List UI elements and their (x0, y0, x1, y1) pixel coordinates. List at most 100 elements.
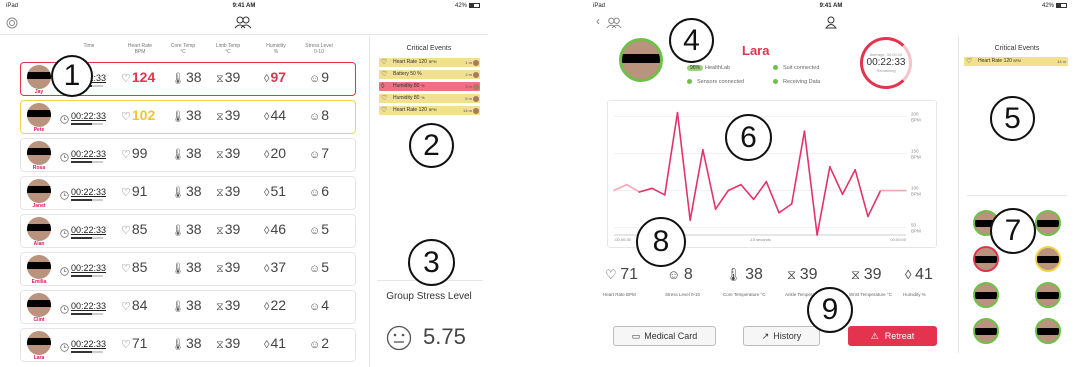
heart-icon: ♡ (966, 58, 973, 65)
settings-icon[interactable] (6, 16, 18, 34)
group-member-avatar[interactable] (1035, 210, 1061, 236)
critical-event-item[interactable]: ♡ Heart Rate 120 BPM 14 m (964, 57, 1068, 66)
heart-icon: ♡ (121, 301, 131, 313)
thermometer-icon: 🌡 (171, 149, 185, 161)
athlete-name: Lara (742, 43, 770, 58)
drop-icon: ◊ (264, 73, 270, 85)
face-icon: ☺ (309, 225, 321, 237)
metric-value[interactable]: ⧖ 39 (787, 266, 818, 284)
y-unit-label: BPM (911, 117, 921, 122)
athlete-avatar (27, 331, 51, 355)
callout-9: 9 (807, 287, 853, 333)
heart-rate-line-segment (651, 187, 666, 196)
person-icon[interactable] (825, 16, 837, 34)
critical-event-item[interactable]: ♡ Humidity 80% 6 m (379, 94, 480, 103)
critical-event-item[interactable]: ♡ Battery 50 % 2 m (379, 70, 480, 79)
limb-icon: ⧖ (216, 263, 224, 275)
humidity-value: ◊41 (264, 335, 287, 351)
athlete-row[interactable]: Rosa 00:22:33 ♡99 🌡38 ⧖39 ◊20 ☺7 (20, 138, 356, 172)
athlete-row[interactable]: Pete 00:22:33 ♡102 🌡38 ⧖39 ◊44 ☺8 (20, 100, 356, 134)
face-icon: ☺ (309, 339, 321, 351)
group-icon[interactable] (234, 16, 252, 34)
heart-rate-value: ♡71 (121, 335, 148, 351)
medical-card-button[interactable]: ▭ Medical Card (613, 326, 716, 346)
heart-icon: ♡ (121, 111, 131, 123)
heart-icon: ♡ (381, 95, 388, 102)
athlete-avatar (27, 217, 51, 241)
drop-icon: ◊ (264, 187, 270, 199)
stress-value: ☺7 (309, 145, 330, 161)
back-icon[interactable]: ‹ (596, 14, 600, 28)
metric-value[interactable]: ♡ 71 (605, 266, 638, 284)
group-member-avatar[interactable] (1035, 318, 1061, 344)
stress-value: ☺9 (309, 69, 330, 85)
metric-value[interactable]: ◊ 41 (905, 266, 933, 284)
heart-rate-value: ♡99 (121, 145, 148, 161)
athlete-avatar (27, 141, 51, 165)
heart-rate-line-segment (740, 183, 755, 201)
metric-value[interactable]: 🌡 38 (725, 266, 763, 284)
metric-value[interactable]: ⧖ 39 (851, 266, 882, 284)
limb-icon: ⧖ (216, 73, 224, 85)
nav-bar: ‹ (587, 13, 1075, 35)
critical-event-item[interactable]: ◊ Humidity 80% 3 m (379, 82, 480, 91)
heart-rate-line-segment (613, 183, 628, 192)
athlete-row[interactable]: Janet 00:22:33 ♡91 🌡38 ⧖39 ◊51 ☺6 (20, 176, 356, 210)
limb-temp-value: ⧖39 (216, 221, 241, 237)
heart-rate-value: ♡124 (121, 69, 156, 85)
heart-rate-value: ♡91 (121, 183, 148, 199)
y-unit-label: BPM (911, 192, 921, 197)
athlete-mini-avatar (473, 107, 479, 114)
group-member-avatar[interactable] (973, 246, 999, 272)
callout-8: 8 (636, 217, 686, 267)
face-icon: ☺ (309, 73, 321, 85)
session-timer: Average: 00:00:10 00:22:33 Remaining (860, 37, 912, 89)
athlete-row[interactable]: Alan 00:22:33 ♡85 🌡38 ⧖39 ◊46 ☺5 (20, 214, 356, 248)
card-icon: ▭ (631, 331, 641, 341)
y-tick-label: 100 (911, 186, 919, 191)
group-member-avatar[interactable] (1035, 246, 1061, 272)
retreat-button[interactable]: ⚠ Retreat (848, 326, 937, 346)
humidity-value: ◊51 (264, 183, 287, 199)
status-bar: iPad 9:41 AM 42% (587, 3, 1075, 13)
athlete-name: Emilia (31, 279, 47, 285)
athlete-name: Alan (33, 241, 45, 247)
critical-event-item[interactable]: ♡ Heart Rate 120 BPM 14 m (379, 106, 480, 115)
heart-rate-line-segment (702, 148, 717, 210)
time-progress-bar (71, 199, 103, 201)
thermometer-icon: 🌡 (725, 267, 746, 282)
x-tick-label: -00:00:30 (614, 237, 632, 242)
stress-value: ☺4 (309, 297, 330, 313)
group-member-avatar[interactable] (973, 282, 999, 308)
warning-icon: ⚠ (870, 331, 879, 341)
elapsed-time: 00:22:33 (71, 149, 107, 159)
limb-temp-value: ⧖39 (216, 335, 241, 351)
group-member-avatar[interactable] (1035, 282, 1061, 308)
critical-event-item[interactable]: ♡ Heart Rate 120 BPM 1 m (379, 58, 480, 67)
athlete-row[interactable]: Lara 00:22:33 ♡71 🌡38 ⧖39 ◊41 ☺2 (20, 328, 356, 362)
core-temp-value: 🌡38 (171, 145, 202, 161)
group-member-avatar[interactable] (973, 318, 999, 344)
athlete-list: Jay 00:22:33 ♡124 🌡38 ⧖39 ◊97 ☺9 Pete 00:22:33 ♡1… (20, 62, 356, 366)
heart-icon: ♡ (381, 59, 388, 66)
session-timer-value: 00:22:33 (866, 57, 906, 68)
athlete-row[interactable]: Clint 00:22:33 ♡84 🌡38 ⧖39 ◊22 ☺4 (20, 290, 356, 324)
heart-icon: ♡ (121, 73, 131, 85)
humidity-value: ◊46 (264, 221, 287, 237)
athlete-mini-avatar (473, 71, 479, 78)
panel-divider (369, 35, 370, 367)
metric-value[interactable]: ☺ 8 (667, 266, 693, 284)
heart-icon: ♡ (381, 107, 388, 114)
clock-icon (60, 339, 69, 357)
panel-divider (958, 35, 959, 353)
drop-icon: ◊ (264, 339, 270, 351)
athlete-row[interactable]: Emilia 00:22:33 ♡85 🌡38 ⧖39 ◊37 ☺5 (20, 252, 356, 286)
core-temp-value: 🌡38 (171, 107, 202, 123)
header-core-temp: Core Temp °C (170, 43, 196, 55)
metric-label: Stress Level 0-10 (665, 292, 701, 297)
history-button[interactable]: ↗ History (743, 326, 820, 346)
group-icon[interactable] (606, 16, 622, 34)
heart-rate-line-segment (854, 168, 869, 218)
metric-label: Wrist Temperature °C (849, 292, 892, 297)
athlete-name: Jay (34, 89, 44, 95)
